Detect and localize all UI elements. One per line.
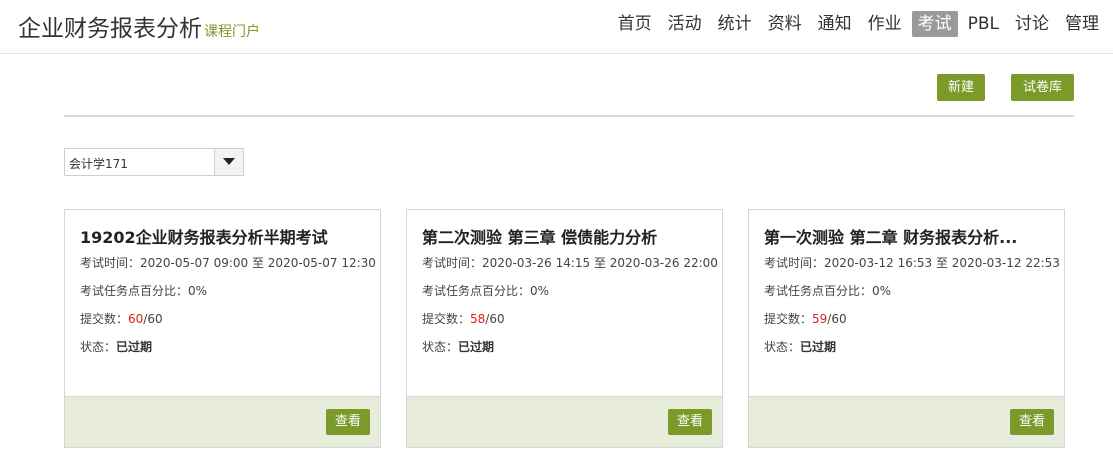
course-portal-label: 课程门户: [204, 24, 260, 40]
submitted-count: 60: [128, 312, 144, 326]
nav-activity[interactable]: 活动: [662, 11, 708, 37]
nav-materials[interactable]: 资料: [762, 11, 808, 37]
exam-task-percent: 考试任务点百分比：0%: [422, 284, 550, 298]
nav-notices[interactable]: 通知: [812, 11, 858, 37]
card-footer: 查看: [749, 396, 1064, 447]
class-select[interactable]: 会计学171: [64, 148, 244, 176]
nav-manage[interactable]: 管理: [1059, 11, 1105, 37]
view-button[interactable]: 查看: [1010, 409, 1054, 435]
main-nav: 首页 活动 统计 资料 通知 作业 考试 PBL 讨论 管理: [612, 11, 1105, 37]
exam-status: 状态：已过期: [80, 340, 153, 354]
course-title: 企业财务报表分析: [18, 16, 202, 42]
nav-discussion[interactable]: 讨论: [1009, 11, 1055, 37]
exam-time: 考试时间：2020-03-12 16:53 至 2020-03-12 22:53: [764, 256, 1060, 270]
exam-title[interactable]: 19202企业财务报表分析半期考试: [80, 224, 370, 248]
exam-submissions: 提交数：60/60: [80, 312, 163, 326]
nav-home[interactable]: 首页: [612, 11, 658, 37]
nav-homework[interactable]: 作业: [862, 11, 908, 37]
exam-card: 第一次测验 第二章 财务报表分析... 考试时间：2020-03-12 16:5…: [748, 209, 1065, 448]
view-button[interactable]: 查看: [668, 409, 712, 435]
exam-submissions: 提交数：58/60: [422, 312, 505, 326]
nav-pbl[interactable]: PBL: [962, 11, 1005, 37]
dropdown-toggle[interactable]: [214, 149, 243, 175]
exam-task-percent: 考试任务点百分比：0%: [80, 284, 208, 298]
class-select-value: 会计学171: [69, 157, 128, 171]
course-brand[interactable]: 企业财务报表分析 课程门户: [18, 9, 260, 43]
exam-title[interactable]: 第一次测验 第二章 财务报表分析...: [764, 224, 1054, 248]
top-bar: 企业财务报表分析 课程门户 首页 活动 统计 资料 通知 作业 考试 PBL 讨论…: [0, 0, 1113, 54]
exam-card: 第二次测验 第三章 偿债能力分析 考试时间：2020-03-26 14:15 至…: [406, 209, 723, 448]
exam-time: 考试时间：2020-03-26 14:15 至 2020-03-26 22:00: [422, 256, 718, 270]
nav-exams[interactable]: 考试: [911, 11, 958, 37]
status-value: 已过期: [458, 340, 495, 354]
paper-library-button[interactable]: 试卷库: [1011, 74, 1074, 101]
submitted-count: 59: [812, 312, 828, 326]
card-footer: 查看: [407, 396, 722, 447]
exam-task-percent: 考试任务点百分比：0%: [764, 284, 892, 298]
nav-statistics[interactable]: 统计: [712, 11, 758, 37]
status-value: 已过期: [800, 340, 837, 354]
card-footer: 查看: [65, 396, 380, 447]
status-value: 已过期: [116, 340, 153, 354]
exam-time: 考试时间：2020-05-07 09:00 至 2020-05-07 12:30: [80, 256, 376, 270]
exam-status: 状态：已过期: [422, 340, 495, 354]
submitted-count: 58: [470, 312, 486, 326]
exam-title[interactable]: 第二次测验 第三章 偿债能力分析: [422, 224, 712, 248]
exam-card: 19202企业财务报表分析半期考试 考试时间：2020-05-07 09:00 …: [64, 209, 381, 448]
view-button[interactable]: 查看: [326, 409, 370, 435]
toolbar-divider: [64, 115, 1074, 117]
exam-submissions: 提交数：59/60: [764, 312, 847, 326]
new-exam-button[interactable]: 新建: [937, 74, 985, 101]
exam-status: 状态：已过期: [764, 340, 837, 354]
chevron-down-icon: [223, 158, 235, 165]
